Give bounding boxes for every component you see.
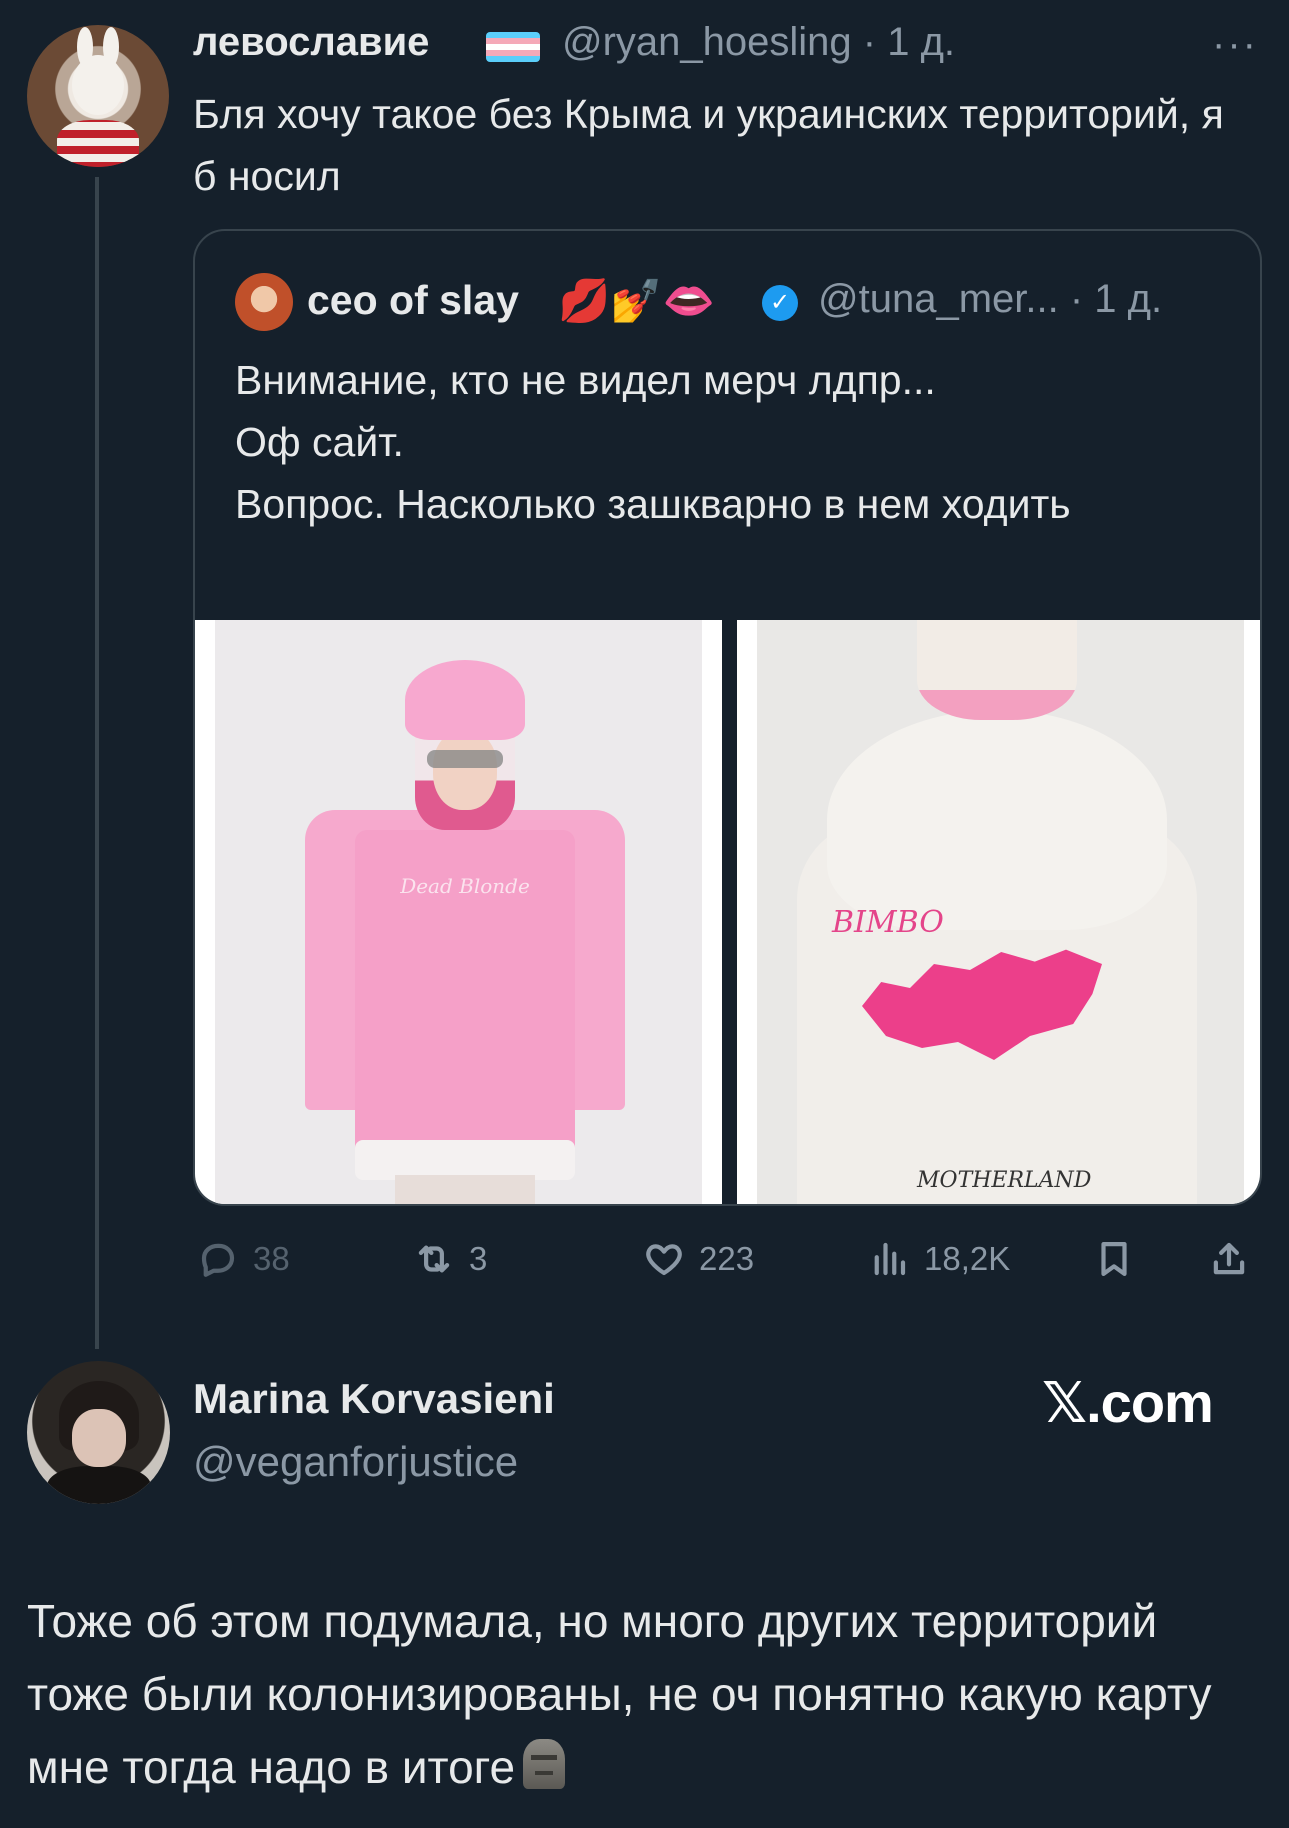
reply-text: Тоже об этом подумала, но много других т…: [27, 1585, 1267, 1804]
thread-line: [95, 177, 99, 1349]
reply-button[interactable]: 38: [197, 1237, 290, 1281]
share-button[interactable]: [1208, 1237, 1264, 1281]
quoted-text-line: Оф сайт.: [235, 419, 404, 465]
moai-emoji-icon: [523, 1739, 566, 1789]
like-count: 223: [699, 1240, 755, 1277]
reply-author-name[interactable]: Marina Korvasieni: [193, 1375, 555, 1423]
quoted-text-line: Вопрос. Насколько зашкварно в нем ходить: [235, 481, 1071, 527]
bookmark-button[interactable]: [1093, 1237, 1149, 1281]
like-button[interactable]: 223: [643, 1237, 754, 1281]
avatar[interactable]: [27, 25, 169, 167]
quoted-name-emojis: 💋💅👄: [558, 277, 715, 324]
trans-flag-icon: [486, 32, 540, 62]
bookmark-icon: [1101, 1242, 1127, 1276]
verified-badge-icon: ✓: [762, 285, 798, 321]
quoted-text: Внимание, кто не видел мерч лдпр... Оф с…: [235, 349, 1135, 535]
more-options-button[interactable]: ···: [1212, 22, 1258, 67]
quoted-media: Dead Blonde BIMBO MOTHERLAND: [195, 620, 1260, 1204]
reply-text-content: Тоже об этом подумала, но много других т…: [27, 1595, 1212, 1793]
reply-author-handle[interactable]: @veganforjustice: [193, 1438, 518, 1486]
retweet-icon: [418, 1245, 450, 1273]
avatar[interactable]: [27, 1361, 170, 1504]
quoted-author-name: ceo of slay: [307, 277, 519, 323]
x-logo-text: 𝕏.com: [1042, 1371, 1214, 1434]
tshirt-print-text: Dead Blonde: [400, 874, 530, 898]
quoted-tweet[interactable]: ceo of slay 💋💅👄 ✓ @tuna_mer... · 1 д. Вн…: [193, 229, 1262, 1206]
quoted-avatar: [235, 273, 293, 331]
reply-count: 38: [253, 1240, 290, 1277]
share-icon: [1213, 1242, 1245, 1275]
author-name[interactable]: левославие: [193, 20, 429, 65]
views-button[interactable]: 18,2K: [868, 1237, 1010, 1281]
retweet-count: 3: [469, 1240, 488, 1277]
retweet-button[interactable]: 3: [413, 1237, 487, 1281]
media-image-pink-tshirt[interactable]: Dead Blonde: [195, 620, 722, 1204]
hoodie-print-top: BIMBO: [832, 905, 944, 940]
quoted-text-line: Внимание, кто не видел мерч лдпр...: [235, 357, 936, 403]
hoodie-print-bottom: MOTHERLAND: [917, 1168, 1092, 1193]
quoted-handle-time: @tuna_mer... · 1 д.: [818, 277, 1163, 321]
media-image-white-hoodie[interactable]: BIMBO MOTHERLAND: [737, 620, 1260, 1204]
views-chart-icon: [874, 1242, 906, 1276]
views-count: 18,2K: [924, 1240, 1011, 1277]
tweet-text: Бля хочу такое без Крыма и украинских те…: [193, 91, 1224, 199]
heart-icon: [646, 1244, 682, 1276]
reply-icon: [201, 1243, 235, 1277]
author-handle-time[interactable]: @ryan_hoesling · 1 д.: [562, 20, 955, 65]
